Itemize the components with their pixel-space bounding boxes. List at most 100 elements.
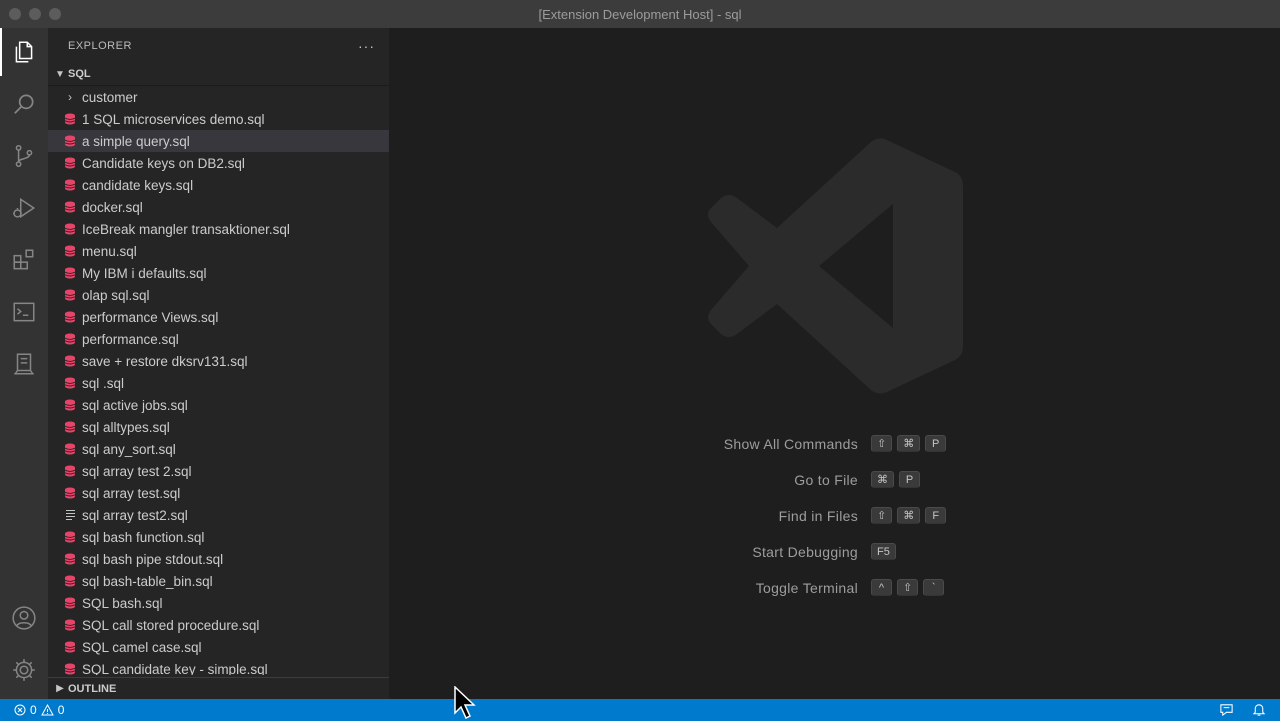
- database-icon: [62, 595, 78, 611]
- keybinding-key: ⇧: [871, 435, 893, 452]
- terminal-icon: [13, 302, 35, 322]
- title-bar: [Extension Development Host] - sql: [0, 0, 1280, 28]
- database-icon: [62, 133, 78, 149]
- activity-source-control[interactable]: [0, 132, 48, 180]
- file-item[interactable]: sql any_sort.sql: [48, 438, 389, 460]
- file-item[interactable]: sql alltypes.sql: [48, 416, 389, 438]
- file-label: sql any_sort.sql: [82, 441, 176, 457]
- database-icon: [62, 661, 78, 675]
- status-bar-right: [1219, 702, 1266, 717]
- extensions-icon: [13, 249, 34, 270]
- file-item[interactable]: performance.sql: [48, 328, 389, 350]
- file-label: SQL candidate key - simple.sql: [82, 661, 268, 676]
- file-item[interactable]: sql bash pipe stdout.sql: [48, 548, 389, 570]
- file-item[interactable]: a simple query.sql: [48, 130, 389, 152]
- problems-indicator[interactable]: 0 0: [0, 703, 64, 717]
- section-outline-header[interactable]: ▶ OUTLINE: [48, 677, 389, 699]
- file-item[interactable]: sql .sql: [48, 372, 389, 394]
- database-icon: [62, 617, 78, 633]
- shortcut-label: Go to File: [794, 472, 858, 488]
- file-label: performance.sql: [82, 331, 179, 347]
- file-label: IceBreak mangler transaktioner.sql: [82, 221, 290, 237]
- file-item[interactable]: sql bash-table_bin.sql: [48, 570, 389, 592]
- file-item[interactable]: Candidate keys on DB2.sql: [48, 152, 389, 174]
- folder-label: customer: [82, 89, 138, 105]
- feedback-icon[interactable]: [1219, 702, 1234, 717]
- shortcut-keys: ⌘ P: [871, 471, 920, 488]
- keybinding-key: ⌘: [897, 435, 921, 452]
- more-actions-button[interactable]: ···: [358, 38, 375, 54]
- file-item[interactable]: docker.sql: [48, 196, 389, 218]
- shortcut-row[interactable]: Find in Files ⇧ ⌘ F: [389, 505, 1280, 529]
- file-item[interactable]: SQL bash.sql: [48, 592, 389, 614]
- file-label: sql alltypes.sql: [82, 419, 170, 435]
- file-item[interactable]: olap sql.sql: [48, 284, 389, 306]
- file-label: sql bash-table_bin.sql: [82, 573, 213, 589]
- file-item[interactable]: menu.sql: [48, 240, 389, 262]
- database-icon: [62, 419, 78, 435]
- file-item[interactable]: sql active jobs.sql: [48, 394, 389, 416]
- activity-search[interactable]: [0, 80, 48, 128]
- database-icon: [62, 551, 78, 567]
- section-outline-label: OUTLINE: [68, 682, 117, 695]
- activity-manage[interactable]: [0, 646, 48, 694]
- file-label: SQL camel case.sql: [82, 639, 202, 655]
- maximize-window-button[interactable]: [49, 8, 61, 20]
- keybinding-key: ⇧: [897, 579, 919, 596]
- file-item[interactable]: sql array test2.sql: [48, 504, 389, 526]
- activity-run-debug[interactable]: [0, 184, 48, 232]
- file-label: sql active jobs.sql: [82, 397, 188, 413]
- file-label: My IBM i defaults.sql: [82, 265, 207, 281]
- window-controls: [9, 8, 61, 20]
- activity-accounts[interactable]: [0, 594, 48, 642]
- keybinding-key: P: [899, 471, 920, 488]
- shortcut-row[interactable]: Start Debugging F5: [389, 541, 1280, 565]
- file-item[interactable]: IceBreak mangler transaktioner.sql: [48, 218, 389, 240]
- close-window-button[interactable]: [9, 8, 21, 20]
- database-icon: [62, 243, 78, 259]
- vscode-logo-watermark: [708, 138, 963, 394]
- file-item[interactable]: My IBM i defaults.sql: [48, 262, 389, 284]
- database-icon: [62, 177, 78, 193]
- file-item[interactable]: sql bash function.sql: [48, 526, 389, 548]
- file-item[interactable]: SQL call stored procedure.sql: [48, 614, 389, 636]
- minimize-window-button[interactable]: [29, 8, 41, 20]
- section-sql-label: SQL: [68, 68, 91, 80]
- shortcut-row[interactable]: Toggle Terminal ^ ⇧ `: [389, 577, 1280, 601]
- shortcut-keys: ^ ⇧ `: [871, 579, 945, 596]
- file-item[interactable]: SQL candidate key - simple.sql: [48, 658, 389, 675]
- keybinding-key: F5: [871, 543, 896, 560]
- warning-count: 0: [57, 703, 65, 717]
- shortcut-row[interactable]: Show All Commands ⇧ ⌘ P: [389, 433, 1280, 457]
- folder-customer[interactable]: › customer: [48, 86, 389, 108]
- file-item[interactable]: 1 SQL microservices demo.sql: [48, 108, 389, 130]
- activity-explorer[interactable]: [0, 28, 48, 76]
- file-label: docker.sql: [82, 199, 143, 215]
- shortcut-row[interactable]: Go to File ⌘ P: [389, 469, 1280, 493]
- activity-terminal[interactable]: [0, 288, 48, 336]
- error-count: 0: [30, 703, 37, 717]
- section-sql-header[interactable]: ▼ SQL: [48, 63, 389, 85]
- activity-extensions[interactable]: [0, 236, 48, 284]
- keybinding-key: F: [925, 507, 947, 524]
- file-item[interactable]: SQL camel case.sql: [48, 636, 389, 658]
- database-icon: [62, 309, 78, 325]
- keybinding-key: ⌘: [897, 507, 921, 524]
- activity-remote-explorer[interactable]: [0, 340, 48, 388]
- file-item[interactable]: sql array test.sql: [48, 482, 389, 504]
- keybinding-key: P: [925, 435, 947, 452]
- notifications-bell-icon[interactable]: [1252, 702, 1266, 717]
- file-label: SQL call stored procedure.sql: [82, 617, 260, 633]
- file-item[interactable]: save + restore dksrv131.sql: [48, 350, 389, 372]
- file-item[interactable]: performance Views.sql: [48, 306, 389, 328]
- text-file-icon: [62, 507, 78, 523]
- warning-icon: [40, 704, 54, 716]
- shortcut-label: Show All Commands: [723, 436, 858, 452]
- file-label: SQL bash.sql: [82, 595, 163, 611]
- file-item[interactable]: candidate keys.sql: [48, 174, 389, 196]
- file-item[interactable]: sql array test 2.sql: [48, 460, 389, 482]
- file-label: sql array test 2.sql: [82, 463, 192, 479]
- keybinding-key: ⌘: [871, 471, 894, 488]
- file-label: Candidate keys on DB2.sql: [82, 155, 245, 171]
- file-label: sql bash function.sql: [82, 529, 205, 545]
